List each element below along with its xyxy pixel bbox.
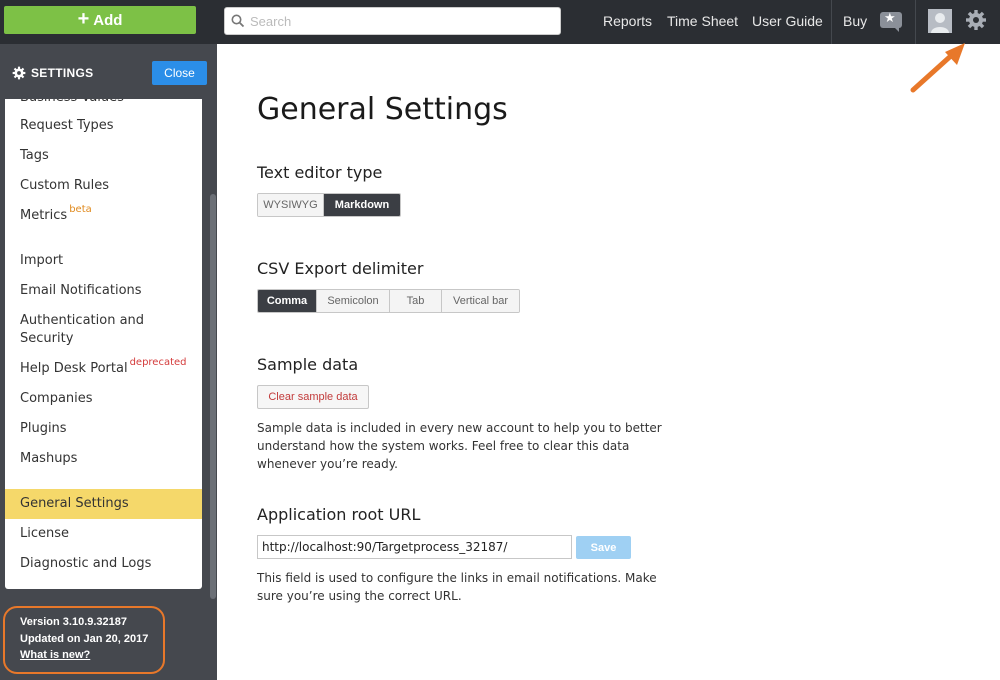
close-button[interactable]: Close <box>152 61 207 85</box>
sample-data-description: Sample data is included in every new acc… <box>257 421 662 471</box>
sidebar-item-custom-rules[interactable]: Custom Rules <box>5 177 202 195</box>
comma-option[interactable]: Comma <box>258 290 317 312</box>
sidebar-item-tags[interactable]: Tags <box>5 147 202 165</box>
version-text: Version 3.10.9.32187 <box>20 616 128 628</box>
sidebar-item-label: Metrics <box>20 208 68 223</box>
gear-icon <box>12 66 26 80</box>
sidebar-item-mashups[interactable]: Mashups <box>5 450 202 468</box>
gear-icon[interactable] <box>965 9 987 31</box>
sidebar-item-companies[interactable]: Companies <box>5 390 202 408</box>
root-url-input[interactable] <box>257 535 572 559</box>
main-content: General Settings Text editor type WYSIWY… <box>217 44 1000 680</box>
wysiwyg-option[interactable]: WYSIWYG <box>258 194 324 216</box>
sidebar-item-general-settings[interactable]: General Settings <box>5 489 202 519</box>
topbar-divider <box>831 0 832 44</box>
settings-sidebar: SETTINGS Close Business Values Request T… <box>0 44 217 680</box>
sidebar-item-license[interactable]: License <box>5 525 202 543</box>
plus-icon: + <box>77 8 90 30</box>
root-url-description: This field is used to configure the link… <box>257 571 657 603</box>
sidebar-item-email-notifications[interactable]: Email Notifications <box>5 282 202 300</box>
csv-delimiter-title: CSV Export delimiter <box>257 259 424 278</box>
settings-title: SETTINGS <box>31 66 94 80</box>
annotation-arrow-icon <box>910 43 965 93</box>
add-button-label: Add <box>93 11 123 29</box>
sidebar-scrollbar[interactable] <box>210 194 216 599</box>
settings-header: SETTINGS <box>12 66 93 80</box>
sample-data-title: Sample data <box>257 355 359 374</box>
root-url-title: Application root URL <box>257 505 421 524</box>
user-guide-link[interactable]: User Guide <box>752 13 823 29</box>
reports-link[interactable]: Reports <box>603 13 652 29</box>
beta-badge: beta <box>69 204 92 215</box>
search-icon <box>231 14 245 28</box>
csv-delimiter-toggle: Comma Semicolon Tab Vertical bar <box>257 289 520 313</box>
sidebar-item-import[interactable]: Import <box>5 252 202 270</box>
sidebar-item-plugins[interactable]: Plugins <box>5 420 202 438</box>
sidebar-item-authentication[interactable]: Authentication and Security <box>5 312 185 348</box>
clear-sample-data-button[interactable]: Clear sample data <box>257 385 369 409</box>
user-silhouette-icon <box>931 13 949 33</box>
time-sheet-link[interactable]: Time Sheet <box>667 13 738 29</box>
vertical-bar-option[interactable]: Vertical bar <box>442 290 519 312</box>
top-bar: + Add Reports Time Sheet User Guide Buy … <box>0 0 1000 44</box>
sidebar-item-metrics[interactable]: Metrics beta <box>5 204 202 225</box>
add-button[interactable]: + Add <box>4 6 196 34</box>
search-input[interactable] <box>250 11 550 31</box>
page-title: General Settings <box>257 92 508 127</box>
search-box[interactable] <box>224 7 561 35</box>
star-bubble-icon[interactable]: ★ <box>880 11 902 32</box>
deprecated-badge: deprecated <box>129 357 187 368</box>
whats-new-link[interactable]: What is new? <box>20 649 90 661</box>
text-editor-title: Text editor type <box>257 163 383 182</box>
save-button[interactable]: Save <box>576 536 631 559</box>
text-editor-toggle: WYSIWYG Markdown <box>257 193 401 217</box>
sidebar-item-help-desk[interactable]: Help Desk Portal deprecated <box>5 357 202 378</box>
sidebar-item-request-types[interactable]: Request Types <box>5 117 202 135</box>
avatar[interactable] <box>928 9 952 33</box>
sidebar-item-business-values[interactable]: Business Values <box>5 99 202 107</box>
sidebar-item-diagnostic-logs[interactable]: Diagnostic and Logs <box>5 555 202 573</box>
sidebar-item-label: Help Desk Portal <box>20 361 128 376</box>
buy-link[interactable]: Buy <box>843 13 867 29</box>
markdown-option[interactable]: Markdown <box>324 194 400 216</box>
settings-menu: Business Values Request Types Tags Custo… <box>5 99 202 589</box>
tab-option[interactable]: Tab <box>390 290 442 312</box>
updated-text: Updated on Jan 20, 2017 <box>20 633 149 645</box>
semicolon-option[interactable]: Semicolon <box>317 290 390 312</box>
